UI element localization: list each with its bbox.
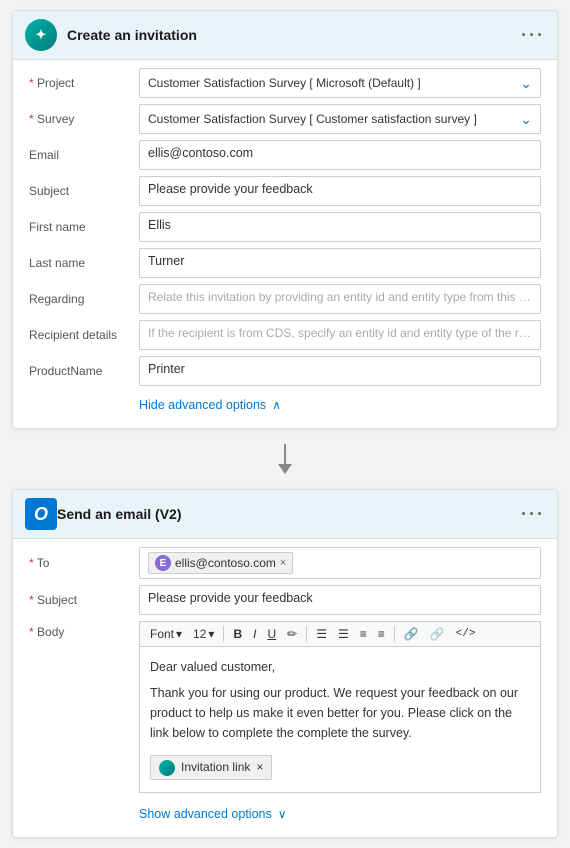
subject-row-1: Subject Please provide your feedback [29, 176, 541, 206]
to-tag-value: ellis@contoso.com [175, 556, 276, 570]
create-invitation-card: ✦ Create an invitation ··· Project Custo… [12, 10, 558, 429]
indent-button[interactable]: ≡ [374, 625, 389, 643]
recipient-label: Recipient details [29, 328, 139, 342]
show-advanced-chevron-icon: ∨ [278, 807, 287, 821]
invitation-tag: Invitation link × [150, 755, 272, 780]
italic-button[interactable]: I [249, 625, 260, 643]
card2-title: Send an email (V2) [57, 506, 521, 522]
survey-chevron-icon: ⌄ [520, 111, 532, 128]
outlook-letter: O [34, 504, 48, 525]
card1-header: ✦ Create an invitation ··· [13, 11, 557, 60]
card1-icon: ✦ [25, 19, 57, 51]
to-field[interactable]: E ellis@contoso.com × [139, 547, 541, 579]
project-dropdown[interactable]: Customer Satisfaction Survey [ Microsoft… [139, 68, 541, 98]
card2-body: To E ellis@contoso.com × Subject Please … [13, 539, 557, 837]
card2-icon: O [25, 498, 57, 530]
firstname-label: First name [29, 220, 139, 234]
subject-input-1[interactable]: Please provide your feedback [139, 176, 541, 206]
project-row: Project Customer Satisfaction Survey [ M… [29, 68, 541, 98]
subject-label-2: Subject [29, 593, 139, 607]
card1-body: Project Customer Satisfaction Survey [ M… [13, 60, 557, 428]
survey-dropdown[interactable]: Customer Satisfaction Survey [ Customer … [139, 104, 541, 134]
bold-button[interactable]: B [229, 625, 246, 643]
recipient-row: Recipient details If the recipient is fr… [29, 320, 541, 350]
arrow-line [278, 444, 292, 474]
body-row: Body Font ▾ 12 ▾ B I U ✏ [29, 621, 541, 793]
email-input[interactable]: ellis@contoso.com [139, 140, 541, 170]
body-line-3: Thank you for using our product. We requ… [150, 683, 530, 743]
card2-header: O Send an email (V2) ··· [13, 490, 557, 539]
productname-row: ProductName Printer [29, 356, 541, 386]
regarding-row: Regarding Relate this invitation by prov… [29, 284, 541, 314]
code-button[interactable]: </> [452, 626, 480, 642]
insert-link-button[interactable]: 🔗 [400, 625, 423, 643]
remove-link-button[interactable]: 🔗 [426, 625, 449, 643]
connector-line [284, 444, 286, 464]
firstname-row: First name Ellis [29, 212, 541, 242]
invitation-tag-close-icon[interactable]: × [256, 758, 263, 777]
subject-row-2: Subject Please provide your feedback [29, 585, 541, 615]
send-email-card: O Send an email (V2) ··· To E ellis@cont… [12, 489, 558, 838]
arrowhead-icon [278, 464, 292, 474]
card1-title: Create an invitation [67, 27, 521, 43]
subject-input-2[interactable]: Please provide your feedback [139, 585, 541, 615]
regarding-label: Regarding [29, 292, 139, 306]
email-row: Email ellis@contoso.com [29, 140, 541, 170]
font-chevron-icon: ▾ [176, 627, 182, 641]
card1-menu[interactable]: ··· [521, 25, 545, 46]
to-row: To E ellis@contoso.com × [29, 547, 541, 579]
lastname-row: Last name Turner [29, 248, 541, 278]
invitation-tag-label: Invitation link [181, 758, 250, 777]
show-advanced-label: Show advanced options [139, 807, 272, 821]
arrow-connector [0, 439, 570, 479]
regarding-input[interactable]: Relate this invitation by providing an e… [139, 284, 541, 314]
project-label: Project [29, 76, 139, 90]
card1-icon-symbol: ✦ [36, 27, 47, 43]
body-label: Body [29, 621, 139, 639]
ordered-list-button[interactable]: ☰ [312, 625, 331, 643]
firstname-input[interactable]: Ellis [139, 212, 541, 242]
survey-row: Survey Customer Satisfaction Survey [ Cu… [29, 104, 541, 134]
body-toolbar: Font ▾ 12 ▾ B I U ✏ ☰ ☰ ≡ ≡ [139, 621, 541, 646]
survey-label: Survey [29, 112, 139, 126]
to-tag: E ellis@contoso.com × [148, 552, 293, 574]
productname-label: ProductName [29, 364, 139, 378]
body-container: Font ▾ 12 ▾ B I U ✏ ☰ ☰ ≡ ≡ [139, 621, 541, 793]
project-value: Customer Satisfaction Survey [ Microsoft… [148, 76, 421, 90]
body-line-1: Dear valued customer, [150, 657, 530, 677]
email-label: Email [29, 148, 139, 162]
survey-value: Customer Satisfaction Survey [ Customer … [148, 112, 477, 126]
hide-advanced-chevron-icon: ∧ [272, 398, 281, 412]
project-chevron-icon: ⌄ [520, 75, 532, 92]
card2-menu[interactable]: ··· [521, 504, 545, 525]
font-size-selector[interactable]: 12 ▾ [189, 625, 218, 643]
to-tag-avatar: E [155, 555, 171, 571]
lastname-input[interactable]: Turner [139, 248, 541, 278]
hide-advanced-label: Hide advanced options [139, 398, 266, 412]
invitation-globe-icon [159, 760, 175, 776]
productname-input[interactable]: Printer [139, 356, 541, 386]
toolbar-divider-3 [394, 626, 395, 642]
font-size-chevron-icon: ▾ [208, 627, 214, 641]
outdent-button[interactable]: ≡ [356, 625, 371, 643]
body-editor[interactable]: Dear valued customer, Thank you for usin… [139, 646, 541, 793]
underline-button[interactable]: U [263, 625, 280, 643]
show-advanced-toggle[interactable]: Show advanced options ∨ [139, 799, 541, 825]
recipient-input[interactable]: If the recipient is from CDS, specify an… [139, 320, 541, 350]
font-label: Font [150, 627, 174, 641]
unordered-list-button[interactable]: ☰ [334, 625, 353, 643]
to-tag-close-icon[interactable]: × [280, 557, 286, 569]
font-selector[interactable]: Font ▾ [146, 625, 186, 643]
hide-advanced-toggle[interactable]: Hide advanced options ∧ [139, 392, 541, 416]
highlight-button[interactable]: ✏ [283, 625, 301, 643]
to-label: To [29, 556, 139, 570]
invitation-tag-container: Invitation link × [150, 751, 530, 782]
font-size-value: 12 [193, 627, 206, 641]
toolbar-divider-2 [306, 626, 307, 642]
lastname-label: Last name [29, 256, 139, 270]
subject-label-1: Subject [29, 184, 139, 198]
toolbar-divider-1 [223, 626, 224, 642]
